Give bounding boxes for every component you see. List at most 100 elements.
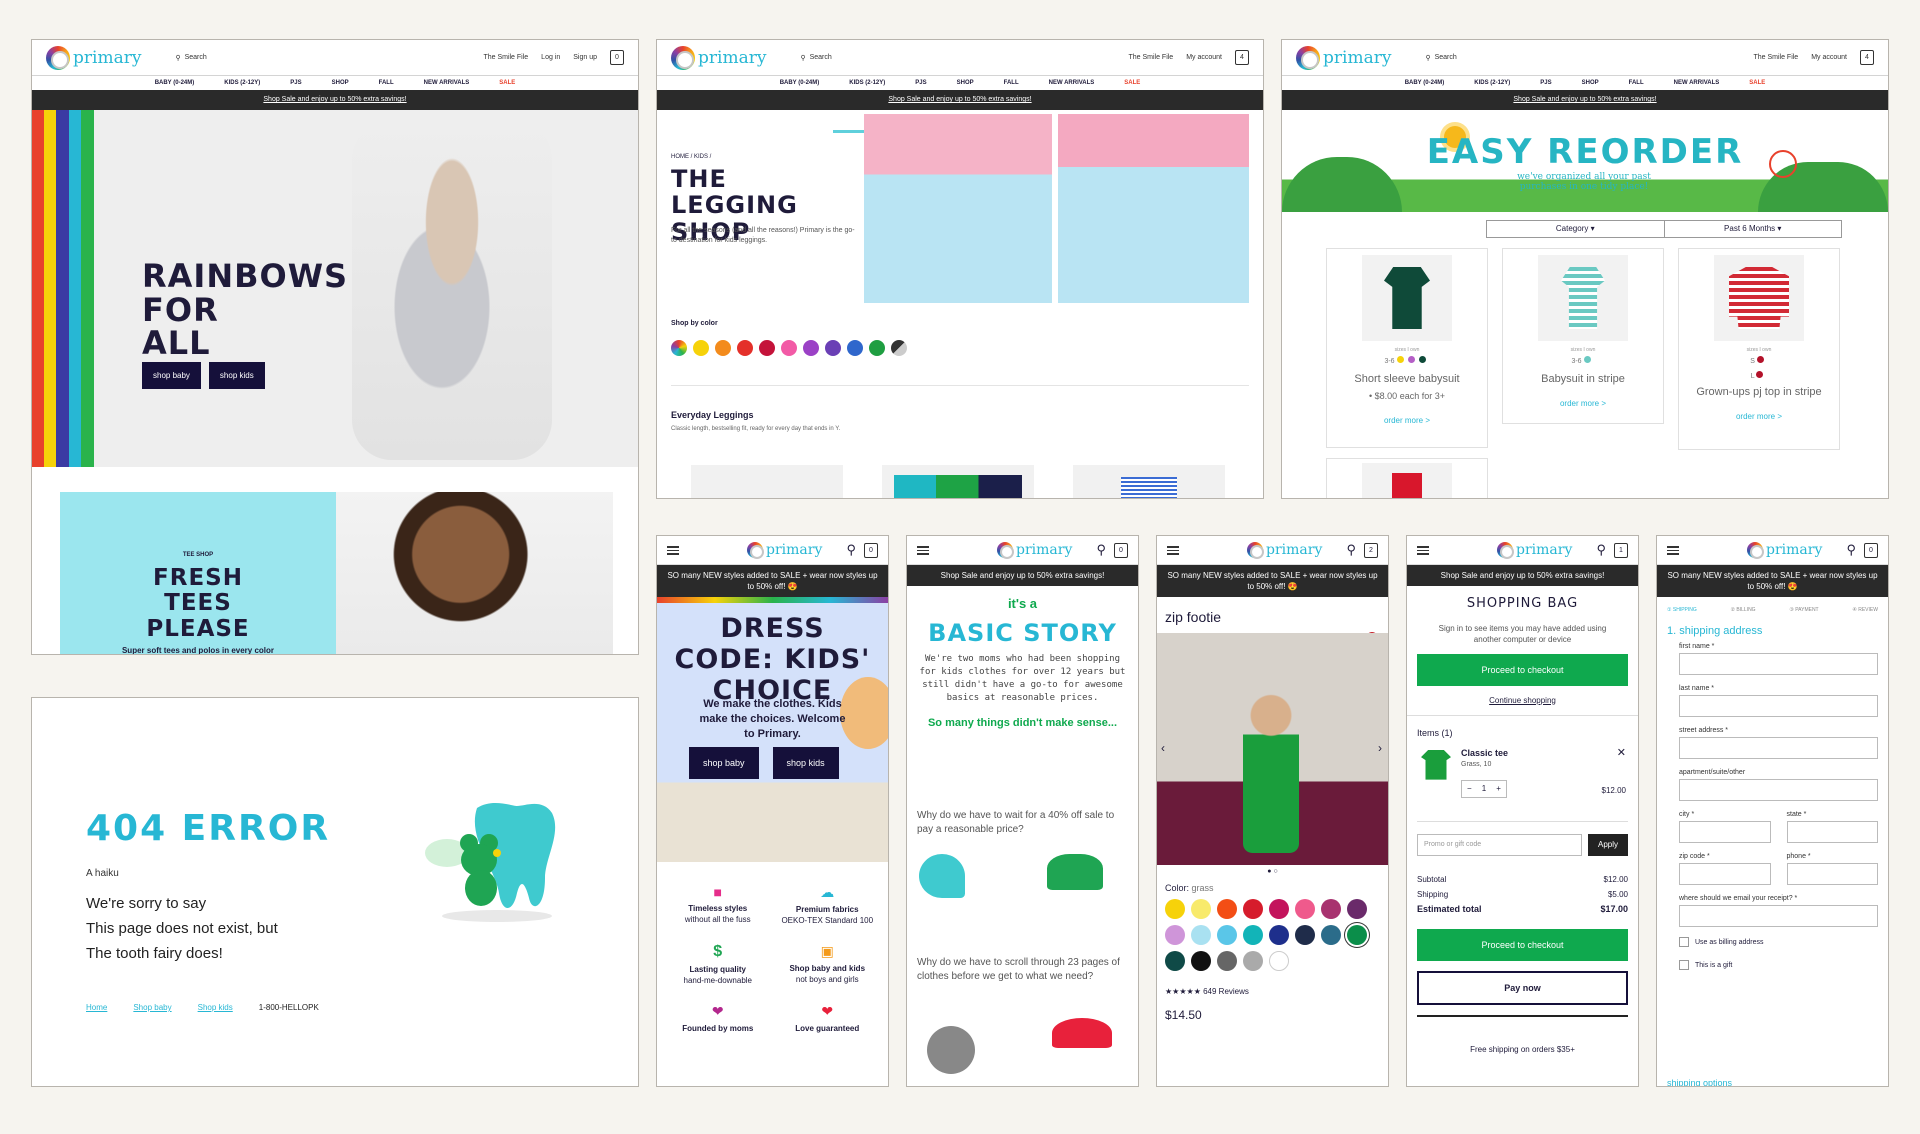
nav-shop[interactable]: SHOP (957, 80, 974, 86)
smile-file-link[interactable]: The Smile File (1128, 54, 1173, 61)
nav-baby[interactable]: BABY (0-24M) (780, 80, 820, 86)
nav-fall[interactable]: FALL (379, 80, 394, 86)
nav-fall[interactable]: FALL (1004, 80, 1019, 86)
swatch-dark-navy[interactable] (1295, 925, 1315, 946)
swatch-gray[interactable] (1243, 951, 1263, 972)
nav-pjs[interactable]: PJS (915, 80, 926, 86)
swatch-violet[interactable] (825, 340, 841, 356)
shop-baby-button[interactable]: shop baby (689, 747, 759, 780)
nav-fall[interactable]: FALL (1629, 80, 1644, 86)
reorder-card-babysuit[interactable]: sizes I own 3-6 Short sleeve babysuit • … (1326, 248, 1488, 448)
swatch-light-yellow[interactable] (1191, 899, 1211, 920)
color-dot-red-2[interactable] (1756, 371, 1764, 378)
logo[interactable]: primary (1747, 542, 1822, 559)
signup-link[interactable]: Sign up (573, 54, 597, 61)
swatch-white[interactable] (1269, 951, 1289, 972)
phone-field[interactable] (1786, 863, 1878, 886)
product-thumb-leggings[interactable] (882, 465, 1034, 498)
swatch-gray[interactable] (891, 340, 907, 356)
promo-bar[interactable]: SO many NEW styles added to SALE + wear … (1657, 565, 1888, 598)
step-billing[interactable]: ② BILLING (1731, 607, 1756, 613)
swatch-charcoal[interactable] (1217, 951, 1237, 972)
logo[interactable]: primary (46, 45, 141, 70)
last-name-field[interactable] (1679, 695, 1878, 718)
bag-icon[interactable]: 0 (610, 50, 624, 65)
proceed-checkout-button[interactable]: Proceed to checkout (1417, 653, 1628, 686)
reorder-card-pants[interactable] (1326, 458, 1488, 498)
increment-icon[interactable]: + (1496, 784, 1501, 793)
bag-icon[interactable]: 4 (1235, 50, 1249, 65)
hamburger-icon[interactable] (1417, 545, 1429, 555)
proceed-checkout-button-bottom[interactable]: Proceed to checkout (1417, 928, 1628, 961)
swatch-green[interactable] (869, 340, 885, 356)
order-more-link[interactable]: order more > (1503, 399, 1663, 408)
street-field[interactable] (1679, 737, 1878, 760)
color-dot-purple[interactable] (1407, 356, 1415, 363)
swatch-pink[interactable] (1295, 899, 1315, 920)
promo-bar[interactable]: Shop Sale and enjoy up to 50% extra savi… (1282, 90, 1888, 110)
swatch-orange[interactable] (1217, 899, 1237, 920)
nav-kids[interactable]: KIDS (2-12Y) (224, 80, 260, 86)
logo[interactable]: primary (671, 45, 766, 70)
nav-baby[interactable]: BABY (0-24M) (155, 80, 195, 86)
bag-icon[interactable]: 0 (1864, 542, 1878, 558)
time-filter[interactable]: Past 6 Months ▾ (1665, 221, 1842, 237)
color-dot-yellow[interactable] (1396, 356, 1404, 363)
zip-field[interactable] (1679, 863, 1771, 886)
nav-pjs[interactable]: PJS (1540, 80, 1551, 86)
billing-checkbox[interactable] (1679, 937, 1689, 948)
nav-shop[interactable]: SHOP (1582, 80, 1599, 86)
promo-bar[interactable]: Shop Sale and enjoy up to 50% extra savi… (907, 565, 1138, 587)
bag-icon[interactable]: 1 (1614, 542, 1628, 558)
color-dot-teal[interactable] (1583, 356, 1591, 363)
promo-bar[interactable]: SO many NEW styles added to SALE + wear … (1157, 565, 1388, 598)
swatch-light-blue[interactable] (1191, 925, 1211, 946)
step-payment[interactable]: ③ PAYMENT (1789, 607, 1818, 613)
smile-file-link[interactable]: The Smile File (1753, 54, 1798, 61)
decrement-icon[interactable]: − (1467, 784, 1472, 793)
logo[interactable]: primary (747, 542, 822, 559)
first-name-field[interactable] (1679, 653, 1878, 676)
logo[interactable]: primary (1296, 45, 1391, 70)
nav-new[interactable]: NEW ARRIVALS (424, 80, 470, 86)
search-link[interactable]: ⚲ Search (1425, 54, 1456, 62)
nav-baby[interactable]: BABY (0-24M) (1405, 80, 1445, 86)
nav-sale[interactable]: SALE (499, 80, 515, 86)
swatch-rainbow[interactable] (671, 340, 687, 356)
product-thumb-girl[interactable] (691, 465, 843, 498)
nav-kids[interactable]: KIDS (2-12Y) (1474, 80, 1510, 86)
swatch-navy[interactable] (1269, 925, 1289, 946)
carousel-next-icon[interactable]: › (1378, 741, 1382, 755)
swatch-slate[interactable] (1321, 925, 1341, 946)
nav-kids[interactable]: KIDS (2-12Y) (849, 80, 885, 86)
quantity-stepper[interactable]: −1 + (1461, 779, 1507, 798)
swatch-grass[interactable] (1347, 925, 1367, 946)
logo[interactable]: primary (997, 542, 1072, 559)
swatch-blue[interactable] (847, 340, 863, 356)
apartment-field[interactable] (1679, 779, 1878, 802)
nav-shop[interactable]: SHOP (332, 80, 349, 86)
my-account-link[interactable]: My account (1811, 54, 1847, 61)
apply-button[interactable]: Apply (1587, 833, 1628, 856)
shop-kids-button[interactable]: shop kids (208, 362, 265, 389)
logo[interactable]: primary (1247, 542, 1322, 559)
nav-pjs[interactable]: PJS (290, 80, 301, 86)
step-review[interactable]: ④ REVIEW (1852, 607, 1878, 613)
swatch-dark-teal[interactable] (1165, 951, 1185, 972)
swatch-sky[interactable] (1217, 925, 1237, 946)
email-field[interactable] (1679, 905, 1878, 928)
hamburger-icon[interactable] (667, 545, 679, 555)
bag-icon[interactable]: 2 (1364, 542, 1378, 558)
swatch-pink[interactable] (781, 340, 797, 356)
swatch-magenta[interactable] (1269, 899, 1289, 920)
rating[interactable]: ★★★★★ 649 Reviews (1157, 977, 1388, 996)
swatch-black[interactable] (1191, 951, 1211, 972)
bag-icon[interactable]: 4 (1860, 50, 1874, 65)
hamburger-icon[interactable] (1167, 545, 1179, 555)
step-shipping[interactable]: ① SHIPPING (1667, 607, 1697, 613)
promo-bar[interactable]: Shop Sale and enjoy up to 50% extra savi… (32, 90, 638, 110)
swatch-red[interactable] (737, 340, 753, 356)
continue-shopping-link[interactable]: Continue shopping (1417, 696, 1628, 705)
gift-checkbox[interactable] (1679, 960, 1689, 971)
search-icon[interactable]: ⚲ (1096, 542, 1106, 558)
